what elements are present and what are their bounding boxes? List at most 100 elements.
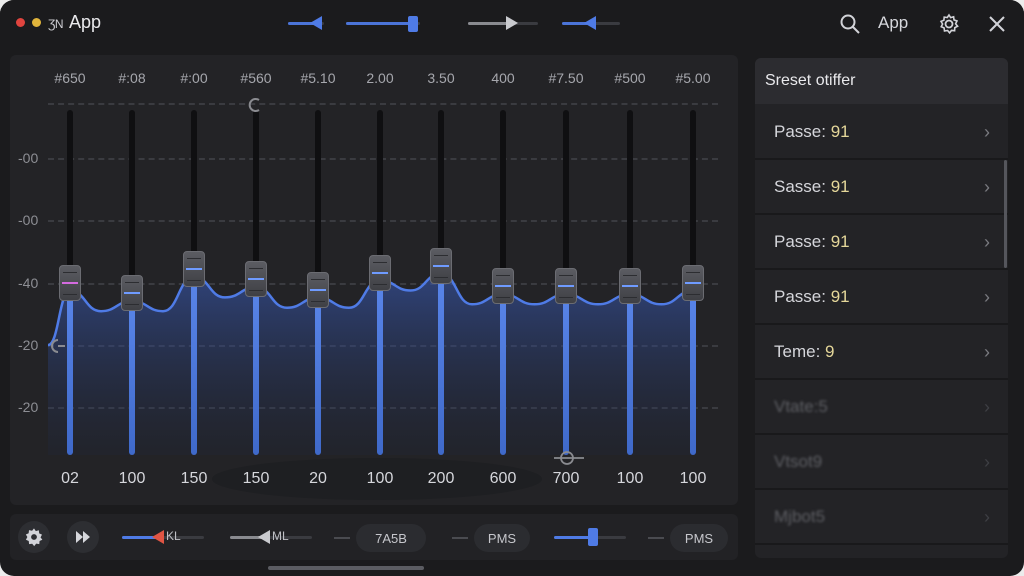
chevron-right-icon: › xyxy=(984,232,990,252)
fast-forward-button[interactable] xyxy=(67,521,99,553)
band-slider-thumb[interactable] xyxy=(682,264,704,301)
mode-pill-3[interactable]: PMS xyxy=(670,524,728,552)
band-track-fill[interactable] xyxy=(377,272,383,455)
preset-item-label: Passe: 91 xyxy=(774,122,850,142)
band-slider-thumb[interactable] xyxy=(369,254,391,291)
band-track[interactable] xyxy=(500,110,506,287)
band-track-fill[interactable] xyxy=(67,282,73,455)
preset-item-name: Passe: xyxy=(774,122,826,141)
band-top-label: 3.50 xyxy=(427,70,455,86)
band-indicator-icon xyxy=(554,451,584,465)
band-frequency-label: 100 xyxy=(118,470,146,487)
bottom-slider-1-label: KL xyxy=(166,529,181,543)
band-slider-thumb[interactable] xyxy=(307,271,329,308)
band-slider-thumb[interactable] xyxy=(121,275,143,312)
band-track-fill[interactable] xyxy=(315,289,321,455)
bottom-slider-3-knob[interactable] xyxy=(588,528,598,546)
preset-item-label: Teme: 9 xyxy=(774,342,835,362)
band-track[interactable] xyxy=(377,110,383,273)
band-track[interactable] xyxy=(563,110,569,287)
preset-item[interactable]: Passe: 91 › xyxy=(755,106,1008,160)
preset-item-name: Mjbot5 xyxy=(774,507,826,526)
preset-item-value: 91 xyxy=(830,232,850,251)
band-frequency-label: 150 xyxy=(180,470,208,487)
mode-pill-2[interactable]: PMS xyxy=(474,524,530,552)
band-track-fill[interactable] xyxy=(129,293,135,455)
chevron-right-icon: › xyxy=(984,397,990,417)
preset-item-name: Sasse: xyxy=(774,177,826,196)
band-track[interactable] xyxy=(627,110,633,287)
band-slider-thumb[interactable] xyxy=(430,247,452,284)
bottom-slider-2[interactable]: ML xyxy=(230,528,312,546)
band-track[interactable] xyxy=(438,110,444,266)
band-top-label: #5.10 xyxy=(300,70,336,86)
band-slider-thumb[interactable] xyxy=(619,268,641,305)
chevron-right-icon: › xyxy=(984,342,990,362)
band-frequency-label: 20 xyxy=(309,470,327,487)
preset-item-name: Vtsot9 xyxy=(774,452,823,471)
band-track-fill[interactable] xyxy=(500,286,506,455)
band-track-fill[interactable] xyxy=(253,279,259,455)
fast-forward-icon xyxy=(76,531,90,543)
band-top-label: #650 xyxy=(54,70,86,86)
band-slider-thumb[interactable] xyxy=(183,251,205,288)
band-track[interactable] xyxy=(191,110,197,270)
band-slider-thumb[interactable] xyxy=(492,268,514,305)
divider xyxy=(648,537,664,539)
band-track[interactable] xyxy=(129,110,135,294)
eq-curve-area xyxy=(48,273,693,455)
preset-item[interactable]: Sasse: 91 › xyxy=(755,161,1008,215)
preset-item-name: Passe: xyxy=(774,287,826,306)
band-frequency-label: 02 xyxy=(61,470,79,487)
band-slider-thumb[interactable] xyxy=(59,264,81,301)
band-track[interactable] xyxy=(253,110,259,280)
band-track-fill[interactable] xyxy=(438,265,444,455)
preset-item-value: 91 xyxy=(830,122,850,141)
preset-item[interactable]: Teme: 9 › xyxy=(755,326,1008,380)
divider xyxy=(334,537,350,539)
band-track[interactable] xyxy=(67,110,73,283)
band-track-fill[interactable] xyxy=(627,286,633,455)
band-track[interactable] xyxy=(315,110,321,290)
preset-item-name: Vtate:5 xyxy=(774,397,828,416)
band-frequency-label: 150 xyxy=(242,470,270,487)
preset-item[interactable]: Mjbot5 › xyxy=(755,491,1008,545)
preset-item-label: Passe: 91 xyxy=(774,287,850,307)
band-frequency-label: 700 xyxy=(552,470,580,487)
band-top-label: #:08 xyxy=(118,70,146,86)
band-track-fill[interactable] xyxy=(690,282,696,455)
settings-button[interactable] xyxy=(18,521,50,553)
band-slider-thumb[interactable] xyxy=(245,261,267,298)
bottom-slider-1[interactable]: KL xyxy=(122,528,204,546)
preset-item[interactable]: Passe: 91 › xyxy=(755,216,1008,270)
preset-item-value: 91 xyxy=(830,177,850,196)
band-track-fill[interactable] xyxy=(191,269,197,455)
preset-item[interactable]: Passe: 91 › xyxy=(755,271,1008,325)
preset-item-label: Vtate:5 xyxy=(774,397,828,417)
band-track-fill[interactable] xyxy=(563,286,569,455)
band-top-label: #7.50 xyxy=(548,70,584,86)
band-track[interactable] xyxy=(690,110,696,283)
preset-item[interactable]: Vtsot9 › xyxy=(755,436,1008,490)
preset-item-value: 91 xyxy=(830,287,850,306)
band-top-label: #5.00 xyxy=(675,70,711,86)
band-indicator-icon xyxy=(51,339,65,353)
band-top-label: #560 xyxy=(240,70,272,86)
app-window: ƷN App App -00 -00 -40 -20 -20 #650 02 #:08 100 #… xyxy=(0,0,1024,576)
preset-item-name: Passe: xyxy=(774,232,826,251)
bottom-slider-3[interactable] xyxy=(554,528,626,546)
preset-item-value: 9 xyxy=(825,342,835,361)
chevron-right-icon: › xyxy=(984,452,990,472)
preset-item-label: Sasse: 91 xyxy=(774,177,850,197)
slider-handle-icon[interactable] xyxy=(152,530,164,544)
preset-item[interactable]: Vtate:5 › xyxy=(755,381,1008,435)
band-frequency-label: 100 xyxy=(616,470,644,487)
mode-pill-1[interactable]: 7A5B xyxy=(356,524,426,552)
band-top-label: 400 xyxy=(491,70,515,86)
chevron-right-icon: › xyxy=(984,507,990,527)
chevron-right-icon: › xyxy=(984,287,990,307)
slider-handle-icon[interactable] xyxy=(258,530,270,544)
preset-scrollbar[interactable] xyxy=(1004,160,1007,268)
bottom-slider-2-label: ML xyxy=(272,529,289,543)
band-slider-thumb[interactable] xyxy=(555,268,577,305)
